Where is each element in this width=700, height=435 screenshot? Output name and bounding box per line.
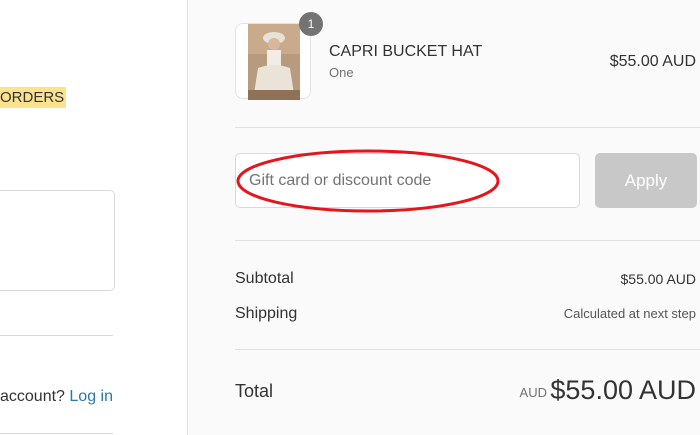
login-link[interactable]: Log in — [69, 388, 113, 405]
quantity-badge: 1 — [299, 12, 323, 36]
login-prompt-text: account? — [0, 388, 65, 405]
currency-code: AUD — [519, 385, 547, 400]
product-thumbnail — [235, 23, 311, 100]
divider — [0, 335, 113, 336]
product-variant: One — [329, 65, 354, 80]
divider — [235, 240, 700, 241]
subtotal-label: Subtotal — [235, 270, 294, 287]
total-label: Total — [235, 381, 274, 401]
product-price: $55.00 AUD — [609, 53, 696, 70]
shipping-value: Calculated at next step — [563, 306, 696, 321]
product-photo-icon — [248, 24, 300, 100]
total-value: $55.00 AUD — [550, 375, 696, 405]
discount-code-input[interactable] — [235, 153, 580, 208]
divider — [0, 433, 113, 434]
form-box — [0, 190, 115, 291]
checkout-info-pane: ORDERS account? Log in — [0, 0, 187, 435]
divider — [235, 127, 700, 128]
shipping-label: Shipping — [235, 305, 298, 322]
login-prompt: account? Log in — [0, 387, 113, 407]
product-name: CAPRI BUCKET HAT — [329, 43, 483, 60]
orders-highlight-text: ORDERS — [0, 87, 67, 108]
subtotal-value: $55.00 AUD — [620, 271, 697, 287]
apply-button[interactable]: Apply — [595, 153, 697, 208]
divider — [235, 349, 700, 350]
